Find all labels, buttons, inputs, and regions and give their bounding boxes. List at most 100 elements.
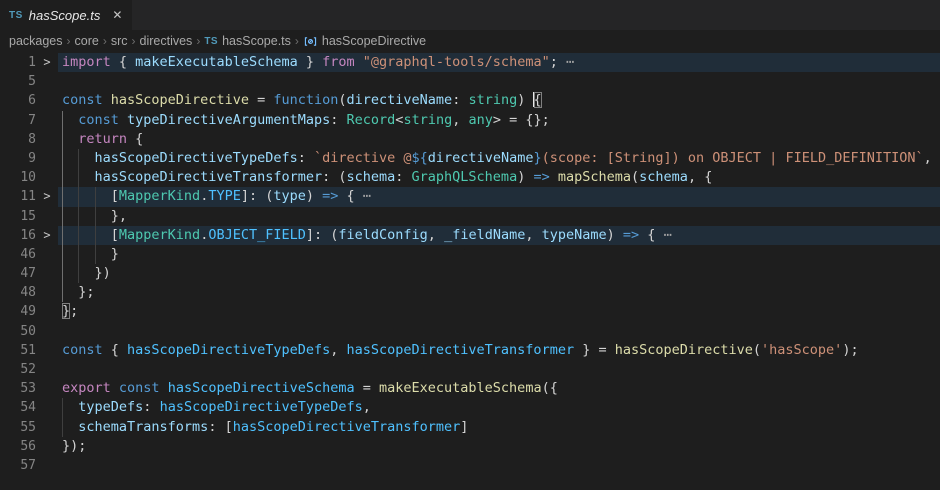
- code-line-content[interactable]: };: [58, 283, 940, 302]
- code-line-content[interactable]: const hasScopeDirective = function(direc…: [58, 91, 940, 110]
- code-line-content[interactable]: [58, 322, 940, 341]
- token: ): [517, 169, 533, 185]
- line-number[interactable]: 47: [0, 264, 36, 283]
- line-number[interactable]: 7: [0, 111, 36, 130]
- fold-chevron-placeholder: [36, 149, 58, 168]
- code-line-content[interactable]: [58, 456, 940, 475]
- breadcrumb-item-hasscope-ts[interactable]: TShasScope.ts: [204, 34, 291, 48]
- fold-chevron-icon[interactable]: >: [36, 53, 58, 72]
- code-line-content[interactable]: import { makeExecutableSchema } from "@g…: [58, 53, 940, 72]
- breadcrumb-item-packages[interactable]: packages: [9, 34, 63, 48]
- code-line-content[interactable]: }: [58, 245, 940, 264]
- line-number[interactable]: 6: [0, 91, 36, 110]
- token: 'hasScope': [761, 342, 842, 358]
- token: :: [330, 112, 346, 128]
- code-line-content[interactable]: [58, 360, 940, 379]
- gutter: 1>: [0, 53, 58, 72]
- code-line-content[interactable]: const typeDirectiveArgumentMaps: Record<…: [58, 111, 940, 130]
- code-text: typeDefs: hasScopeDirectiveTypeDefs,: [58, 398, 940, 417]
- line-number[interactable]: 15: [0, 207, 36, 226]
- token: ]: [460, 419, 468, 435]
- line-number[interactable]: 55: [0, 418, 36, 437]
- fold-chevron-placeholder: [36, 379, 58, 398]
- code-text: hasScopeDirectiveTypeDefs: `directive @$…: [58, 149, 940, 168]
- line-number[interactable]: 10: [0, 168, 36, 187]
- line-number[interactable]: 8: [0, 130, 36, 149]
- token: , {: [688, 169, 712, 185]
- breadcrumb-item-core[interactable]: core: [75, 34, 99, 48]
- code-line-content[interactable]: hasScopeDirectiveTransformer: (schema: G…: [58, 168, 940, 187]
- code-line-content[interactable]: [MapperKind.TYPE]: (type) => { ⋯: [58, 187, 940, 206]
- code-editor[interactable]: 1>import { makeExecutableSchema } from "…: [0, 52, 940, 490]
- code-line-content[interactable]: });: [58, 437, 940, 456]
- code-text: };: [58, 302, 940, 321]
- token: mapSchema: [558, 169, 631, 185]
- fold-chevron-placeholder: [36, 111, 58, 130]
- fold-chevron-icon[interactable]: >: [36, 226, 58, 245]
- token: ${: [412, 150, 428, 166]
- vscode-window: TS hasScope.ts ✕ packages›core›src›direc…: [0, 0, 940, 490]
- token: makeExecutableSchema: [135, 54, 298, 70]
- line-number[interactable]: 9: [0, 149, 36, 168]
- code-line-content[interactable]: const { hasScopeDirectiveTypeDefs, hasSc…: [58, 341, 940, 360]
- tab-strip: TS hasScope.ts ✕: [0, 0, 940, 30]
- code-line-content[interactable]: }): [58, 264, 940, 283]
- code-line-content[interactable]: [MapperKind.OBJECT_FIELD]: (fieldConfig,…: [58, 226, 940, 245]
- code-line-content[interactable]: hasScopeDirectiveTypeDefs: `directive @$…: [58, 149, 940, 168]
- tab-hasscope[interactable]: TS hasScope.ts ✕: [0, 0, 132, 30]
- code-line-49: 49};: [0, 302, 940, 321]
- token: any: [468, 112, 492, 128]
- line-number[interactable]: 48: [0, 283, 36, 302]
- code-line-content[interactable]: [58, 72, 940, 91]
- token: ,: [363, 399, 371, 415]
- code-line-1: 1>import { makeExecutableSchema } from "…: [0, 53, 940, 72]
- token: _fieldName: [444, 227, 525, 243]
- token: ,: [452, 112, 468, 128]
- code-line-content[interactable]: schemaTransforms: [hasScopeDirectiveTran…: [58, 418, 940, 437]
- code-line-10: 10 hasScopeDirectiveTransformer: (schema…: [0, 168, 940, 187]
- token: (: [338, 92, 346, 108]
- line-number[interactable]: 49: [0, 302, 36, 321]
- code-line-content[interactable]: typeDefs: hasScopeDirectiveTypeDefs,: [58, 398, 940, 417]
- breadcrumb: packages›core›src›directives›TShasScope.…: [0, 30, 940, 52]
- token: :: [298, 150, 314, 166]
- line-number[interactable]: 5: [0, 72, 36, 91]
- bracket-match: }: [62, 303, 70, 319]
- breadcrumb-label: hasScope.ts: [222, 34, 291, 48]
- line-number[interactable]: 54: [0, 398, 36, 417]
- line-number[interactable]: 46: [0, 245, 36, 264]
- line-number[interactable]: 50: [0, 322, 36, 341]
- code-line-content[interactable]: export const hasScopeDirectiveSchema = m…: [58, 379, 940, 398]
- token: const: [78, 112, 127, 128]
- folded-region-ellipsis[interactable]: ⋯: [664, 227, 672, 243]
- breadcrumb-item-directives[interactable]: directives: [140, 34, 193, 48]
- code-line-content[interactable]: return {: [58, 130, 940, 149]
- code-line-content[interactable]: },: [58, 207, 940, 226]
- line-number[interactable]: 1: [0, 53, 36, 72]
- fold-chevron-icon[interactable]: >: [36, 187, 58, 206]
- line-number[interactable]: 11: [0, 187, 36, 206]
- breadcrumb-item-src[interactable]: src: [111, 34, 128, 48]
- line-number[interactable]: 16: [0, 226, 36, 245]
- token: (scope: [String]) on OBJECT | FIELD_DEFI…: [542, 150, 924, 166]
- code-text: [MapperKind.TYPE]: (type) => { ⋯: [58, 187, 940, 206]
- line-number[interactable]: 56: [0, 437, 36, 456]
- gutter: 48: [0, 283, 58, 302]
- folded-region-ellipsis[interactable]: ⋯: [558, 54, 574, 70]
- line-number[interactable]: 53: [0, 379, 36, 398]
- gutter: 15: [0, 207, 58, 226]
- breadcrumb-separator-icon: ›: [103, 34, 107, 48]
- line-number[interactable]: 52: [0, 360, 36, 379]
- line-number[interactable]: 51: [0, 341, 36, 360]
- token: > = {};: [493, 112, 550, 128]
- folded-region-ellipsis[interactable]: ⋯: [363, 188, 371, 204]
- code-line-content[interactable]: };: [58, 302, 940, 321]
- token: }): [62, 265, 111, 281]
- token: MapperKind: [119, 188, 200, 204]
- breadcrumb-separator-icon: ›: [132, 34, 136, 48]
- breadcrumb-item-hasscopedirective[interactable]: hasScopeDirective: [303, 33, 426, 48]
- close-icon[interactable]: ✕: [112, 8, 122, 22]
- line-number[interactable]: 57: [0, 456, 36, 475]
- fold-chevron-placeholder: [36, 72, 58, 91]
- token: : [: [208, 419, 232, 435]
